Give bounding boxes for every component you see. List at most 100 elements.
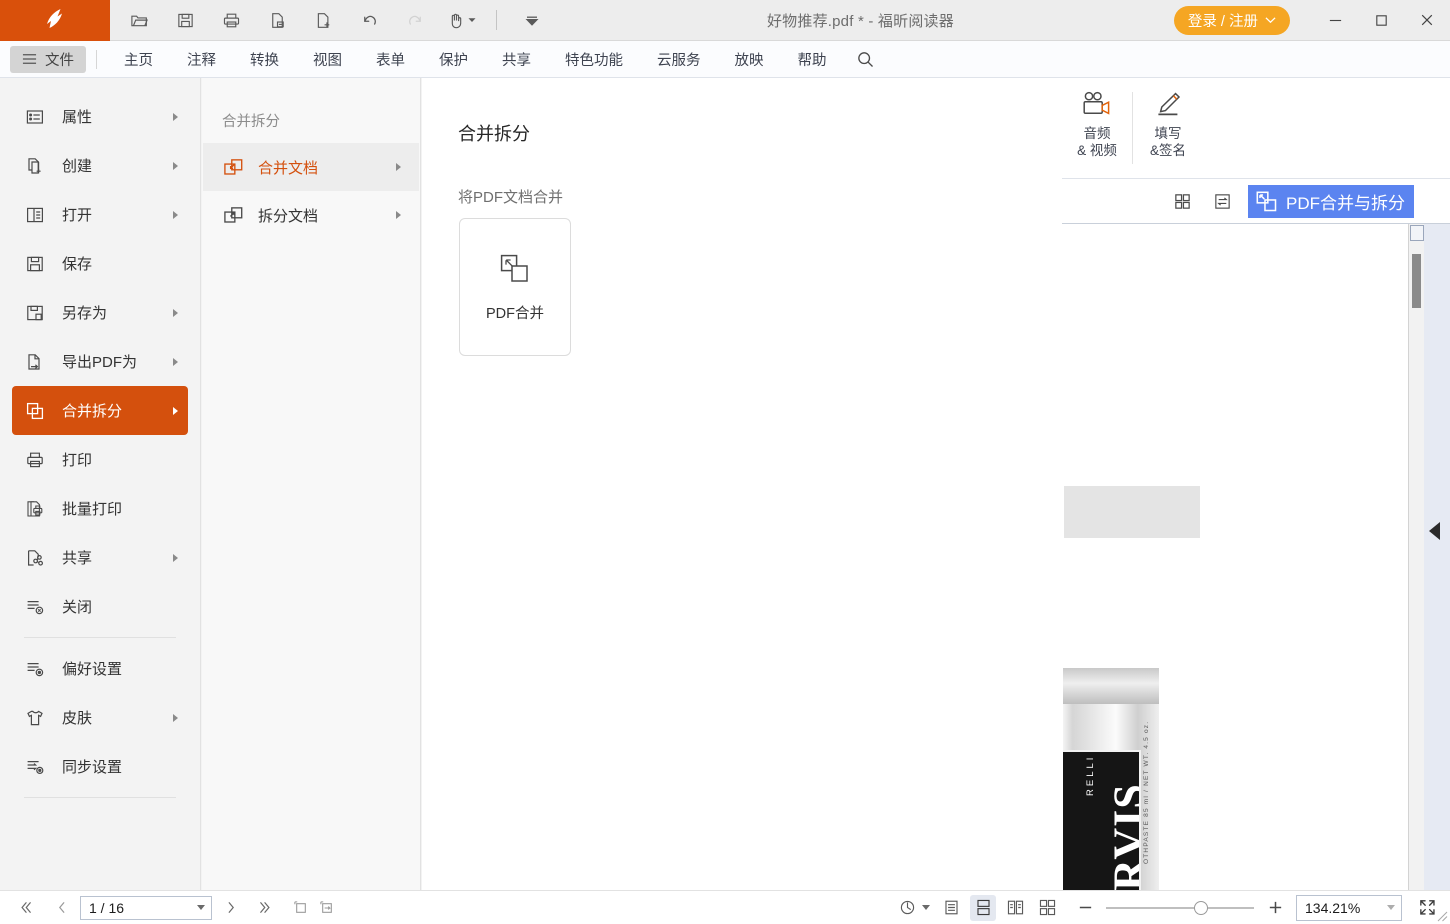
save-as-icon: [24, 302, 46, 324]
scrollbar-thumb[interactable]: [1412, 254, 1421, 308]
menu-item-sync-settings[interactable]: 同步设置: [12, 742, 188, 791]
close-button[interactable]: [1404, 0, 1450, 41]
menu-item-close[interactable]: 关闭: [12, 582, 188, 631]
tab-special-features[interactable]: 特色功能: [548, 41, 640, 78]
menu-item-share[interactable]: 共享: [12, 533, 188, 582]
collapse-panel-icon[interactable]: [1429, 522, 1440, 540]
menu-item-properties-label: 属性: [62, 106, 92, 127]
menu-item-save[interactable]: 保存: [12, 239, 188, 288]
share-icon: [24, 547, 46, 569]
fill-sign-button[interactable]: 填写 &签名: [1133, 78, 1203, 177]
hand-tool-icon[interactable]: [446, 5, 476, 35]
ribbon-tab-bar: 文件 主页 注释 转换 视图 表单 保护 共享 特色功能 云服务 放映 帮助: [0, 41, 1450, 78]
menu-item-print[interactable]: 打印: [12, 435, 188, 484]
delete-page-icon[interactable]: [262, 5, 292, 35]
menu-item-export-pdf[interactable]: 导出PDF为: [12, 337, 188, 386]
last-page-button[interactable]: [252, 895, 278, 921]
zoom-in-button[interactable]: [1262, 895, 1288, 921]
rotate-dropdown-icon[interactable]: [922, 905, 930, 910]
compare-icon[interactable]: [1208, 188, 1236, 216]
audio-video-button[interactable]: 音频 & 视频: [1062, 78, 1132, 177]
tab-cloud-service[interactable]: 云服务: [640, 41, 718, 78]
menu-item-share-label: 共享: [62, 547, 92, 568]
tab-file[interactable]: 文件: [10, 46, 86, 73]
chevron-down-icon[interactable]: [197, 905, 205, 910]
create-icon: [24, 155, 46, 177]
right-rail: [1424, 224, 1450, 890]
continuous-view-button[interactable]: [970, 895, 996, 921]
save-icon: [24, 253, 46, 275]
tab-presentation[interactable]: 放映: [718, 41, 781, 78]
tube-body: ARVIS RELLI LICORICE OTHPASTE 85 ml / NE…: [1063, 704, 1159, 890]
menu-item-skin[interactable]: 皮肤: [12, 693, 188, 742]
menu-item-close-label: 关闭: [62, 596, 92, 617]
search-icon[interactable]: [844, 41, 887, 78]
zoom-slider-knob[interactable]: [1194, 901, 1208, 915]
two-page-view-button[interactable]: [1002, 895, 1028, 921]
menu-item-save-as[interactable]: 另存为: [12, 288, 188, 337]
zoom-slider[interactable]: [1106, 895, 1254, 921]
batch-print-icon: [24, 498, 46, 520]
tab-help[interactable]: 帮助: [781, 41, 844, 78]
chevron-right-icon: [173, 358, 178, 366]
tab-convert[interactable]: 转换: [233, 41, 296, 78]
zoom-level-input[interactable]: 134.21%: [1296, 895, 1402, 921]
menu-item-preferences[interactable]: 偏好设置: [12, 644, 188, 693]
undo-icon[interactable]: [354, 5, 384, 35]
add-page-icon[interactable]: [308, 5, 338, 35]
prev-page-button[interactable]: [48, 895, 74, 921]
tab-form[interactable]: 表单: [359, 41, 422, 78]
maximize-button[interactable]: [1358, 0, 1404, 41]
toolbar-divider: [496, 10, 497, 30]
tab-comment[interactable]: 注释: [170, 41, 233, 78]
status-bar: 1 / 16: [0, 890, 1450, 924]
submenu-item-merge-doc[interactable]: 合并文档: [203, 143, 419, 191]
open-file-icon[interactable]: [124, 5, 154, 35]
document-page-view[interactable]: ARVIS RELLI LICORICE OTHPASTE 85 ml / NE…: [1062, 224, 1450, 890]
pdf-merge-split-label: PDF合并与拆分: [1286, 189, 1405, 214]
file-menu-detail-pane: 合并拆分 将PDF文档合并 PDF合并: [422, 78, 1062, 890]
resize-grip-icon[interactable]: [1434, 908, 1448, 922]
chevron-right-icon: [173, 113, 178, 121]
chevron-right-icon: [173, 714, 178, 722]
fit-page-button[interactable]: [288, 895, 314, 921]
print-icon[interactable]: [216, 5, 246, 35]
menu-item-batch-print[interactable]: 批量打印: [12, 484, 188, 533]
minimize-button[interactable]: [1312, 0, 1358, 41]
document-toolbar: PDF合并与拆分: [1062, 180, 1450, 224]
fit-width-button[interactable]: [314, 895, 340, 921]
grid-view-icon[interactable]: [1168, 188, 1196, 216]
tab-share[interactable]: 共享: [485, 41, 548, 78]
pdf-merge-split-button[interactable]: PDF合并与拆分: [1248, 185, 1414, 218]
page-number-input[interactable]: 1 / 16: [80, 896, 212, 920]
customize-toolbar-icon[interactable]: [517, 5, 547, 35]
two-page-continuous-view-button[interactable]: [1034, 895, 1060, 921]
zoom-slider-track: [1106, 907, 1254, 909]
submenu-item-merge-doc-label: 合并文档: [258, 157, 318, 178]
vertical-scrollbar[interactable]: [1408, 224, 1424, 890]
first-page-button[interactable]: [12, 895, 38, 921]
sync-settings-icon: [24, 756, 46, 778]
menu-divider: [24, 637, 176, 638]
chevron-down-icon[interactable]: [1387, 905, 1395, 910]
save-icon[interactable]: [170, 5, 200, 35]
next-page-button[interactable]: [218, 895, 244, 921]
scroll-up-button[interactable]: [1410, 225, 1424, 241]
menu-item-sync-settings-label: 同步设置: [62, 756, 122, 777]
submenu-item-split-doc[interactable]: 拆分文档: [203, 191, 419, 239]
login-register-button[interactable]: 登录 / 注册: [1174, 6, 1290, 35]
tab-protect[interactable]: 保护: [422, 41, 485, 78]
zoom-out-button[interactable]: [1072, 895, 1098, 921]
menu-item-open[interactable]: 打开: [12, 190, 188, 239]
single-page-view-button[interactable]: [938, 895, 964, 921]
tube-label: ARVIS RELLI LICORICE: [1063, 750, 1141, 890]
tab-view[interactable]: 视图: [296, 41, 359, 78]
chevron-right-icon: [173, 554, 178, 562]
menu-item-create[interactable]: 创建: [12, 141, 188, 190]
menu-item-properties[interactable]: 属性: [12, 92, 188, 141]
menu-item-merge-split[interactable]: 合并拆分: [12, 386, 188, 435]
pdf-merge-tile[interactable]: PDF合并: [459, 218, 571, 356]
tab-home[interactable]: 主页: [107, 41, 170, 78]
rotate-view-button[interactable]: [894, 895, 920, 921]
export-pdf-icon: [24, 351, 46, 373]
